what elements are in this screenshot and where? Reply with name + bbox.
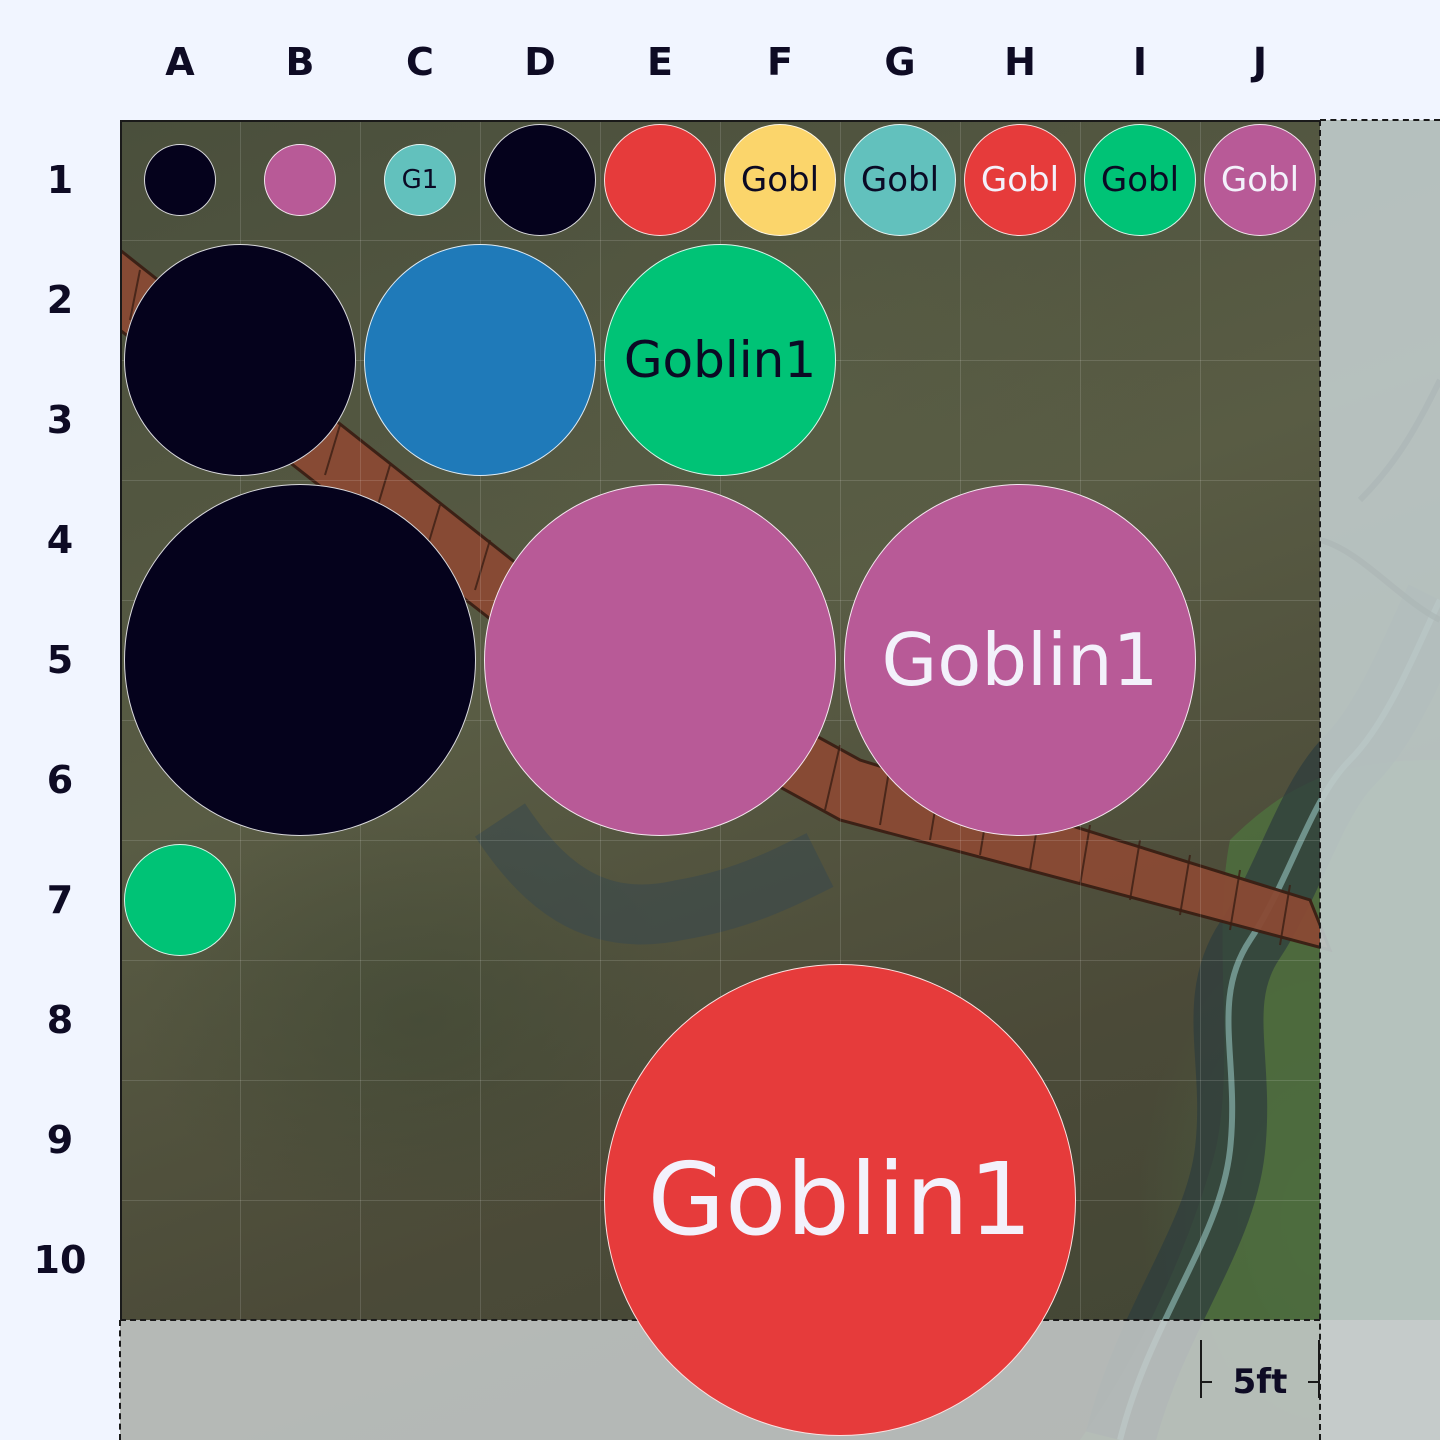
token-label: Gobl <box>740 159 820 200</box>
token-f1[interactable]: Gobl <box>723 123 837 237</box>
token-a7[interactable] <box>123 843 237 957</box>
token-a4[interactable] <box>123 483 477 837</box>
column-label-h: H <box>1004 40 1036 84</box>
row-label-2: 2 <box>46 278 74 322</box>
token-label: Goblin1 <box>623 330 817 389</box>
boundary-dash-left <box>119 1320 121 1440</box>
row-label-3: 3 <box>46 398 74 442</box>
scale-bar: 5ft <box>1200 1340 1320 1402</box>
column-label-j: J <box>1252 40 1268 84</box>
column-label-d: D <box>524 40 556 84</box>
token-a1[interactable] <box>144 144 216 216</box>
token-label: Goblin1 <box>881 617 1159 702</box>
token-d4[interactable] <box>483 483 837 837</box>
column-label-e: E <box>647 40 673 84</box>
token-label: Gobl <box>860 159 940 200</box>
token-label: G1 <box>401 165 439 195</box>
token-e2[interactable]: Goblin1 <box>603 243 837 477</box>
token-i1[interactable]: Gobl <box>1083 123 1197 237</box>
token-d1[interactable] <box>483 123 597 237</box>
token-g4[interactable]: Goblin1 <box>843 483 1197 837</box>
token-e8[interactable]: Goblin1 <box>603 963 1077 1437</box>
row-label-8: 8 <box>46 998 74 1042</box>
row-label-9: 9 <box>46 1118 74 1162</box>
token-h1[interactable]: Gobl <box>963 123 1077 237</box>
token-label: Goblin1 <box>647 1141 1033 1259</box>
token-b1[interactable] <box>264 144 336 216</box>
token-label: Gobl <box>1220 159 1300 200</box>
token-label: Gobl <box>980 159 1060 200</box>
column-label-a: A <box>165 40 195 84</box>
column-label-g: G <box>884 40 916 84</box>
token-g1[interactable]: Gobl <box>843 123 957 237</box>
boundary-dash-top <box>1320 119 1440 121</box>
row-label-4: 4 <box>46 518 74 562</box>
column-label-f: F <box>767 40 793 84</box>
column-label-c: C <box>406 40 434 84</box>
token-label: Gobl <box>1100 159 1180 200</box>
row-label-7: 7 <box>46 878 74 922</box>
row-label-6: 6 <box>46 758 74 802</box>
row-label-5: 5 <box>46 638 74 682</box>
scale-label: 5ft <box>1232 1362 1288 1402</box>
column-label-i: I <box>1132 40 1148 84</box>
token-c1[interactable]: G1 <box>384 144 456 216</box>
token-e1[interactable] <box>603 123 717 237</box>
row-label-1: 1 <box>46 158 74 202</box>
boundary-dash-right <box>1319 120 1321 1440</box>
token-j1[interactable]: Gobl <box>1203 123 1317 237</box>
row-label-10: 10 <box>33 1238 87 1282</box>
token-a2[interactable] <box>123 243 357 477</box>
column-label-b: B <box>285 40 315 84</box>
token-c2[interactable] <box>363 243 597 477</box>
